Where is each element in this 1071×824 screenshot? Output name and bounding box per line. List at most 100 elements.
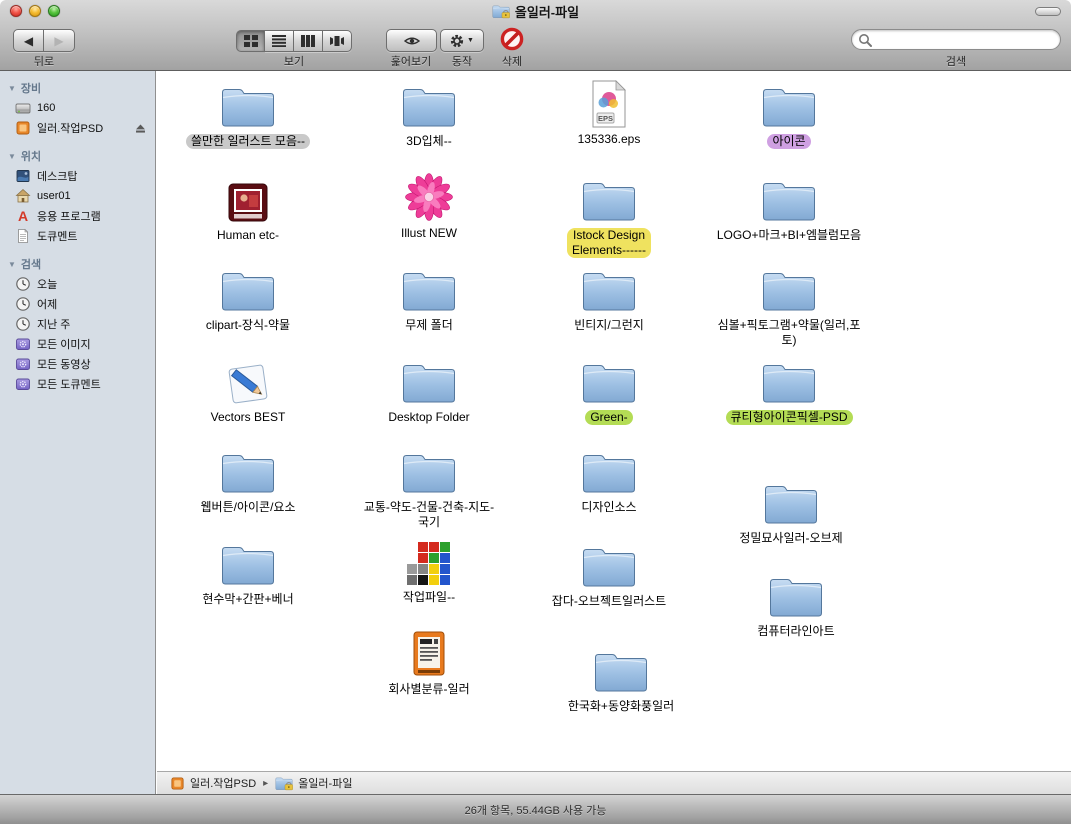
zoom-button[interactable] bbox=[48, 5, 60, 17]
file-item[interactable]: LOGO+마크+BI+엠블럼모음 bbox=[701, 174, 877, 243]
folder-icon bbox=[581, 360, 637, 406]
quicklook-button[interactable] bbox=[386, 29, 437, 52]
sidebar-item-document[interactable]: 도큐멘트 bbox=[0, 226, 155, 246]
disclosure-triangle-icon[interactable]: ▼ bbox=[8, 152, 16, 161]
file-item[interactable]: 잡다-오브젝트일러스트 bbox=[521, 540, 697, 609]
search-field[interactable] bbox=[851, 29, 1061, 50]
action-button[interactable]: ▼ bbox=[440, 29, 484, 52]
file-item[interactable]: 큐티형아이콘픽셀-PSD bbox=[701, 356, 877, 425]
document-icon bbox=[15, 228, 31, 244]
folder-icon bbox=[401, 84, 457, 130]
file-item[interactable]: 빈티지/그런지 bbox=[521, 264, 697, 333]
icon-view-button[interactable] bbox=[236, 30, 265, 52]
disclosure-triangle-icon[interactable]: ▼ bbox=[8, 260, 16, 269]
cartridge-icon bbox=[15, 120, 31, 136]
smart-folder-icon bbox=[15, 376, 31, 392]
folder-icon-box bbox=[401, 446, 457, 496]
file-item-label: Green- bbox=[585, 410, 632, 425]
clock-icon bbox=[15, 276, 31, 292]
folder-icon-box bbox=[581, 446, 637, 496]
list-view-button[interactable] bbox=[265, 30, 294, 52]
file-item[interactable]: 교통-약도-건물-건축-지도- 국기 bbox=[341, 446, 517, 530]
eye-icon bbox=[404, 35, 420, 47]
file-item[interactable]: Green- bbox=[521, 356, 697, 425]
blocks-icon-box bbox=[407, 536, 451, 586]
file-item-label: 큐티형아이콘픽셀-PSD bbox=[726, 410, 853, 425]
sidebar-item-smart-folder[interactable]: 모든 이미지 bbox=[0, 334, 155, 354]
eject-icon bbox=[134, 122, 147, 135]
status-bar: 26개 항목, 55.44GB 사용 가능 bbox=[0, 794, 1071, 824]
delete-button[interactable] bbox=[499, 26, 525, 52]
file-item[interactable]: 3D입체-- bbox=[341, 80, 517, 149]
sidebar-item-cartridge[interactable]: 일러.작업PSD bbox=[0, 118, 155, 138]
desktop-icon bbox=[15, 168, 31, 184]
path-segment[interactable]: 일러.작업PSD bbox=[165, 775, 261, 791]
sidebar-item-applications[interactable]: 응용 프로그램 bbox=[0, 206, 155, 226]
flower-icon bbox=[404, 172, 454, 222]
file-item[interactable]: 작업파일-- bbox=[341, 536, 517, 605]
folder-icon bbox=[581, 544, 637, 590]
file-item[interactable]: Desktop Folder bbox=[341, 356, 517, 425]
folder-icon-box bbox=[401, 264, 457, 314]
file-item-label: 한국화+동양화풍일러 bbox=[563, 699, 679, 714]
eject-button[interactable] bbox=[134, 122, 147, 135]
coverflow-view-icon bbox=[330, 35, 344, 47]
sidebar-item-clock[interactable]: 오늘 bbox=[0, 274, 155, 294]
folder-icon-box bbox=[401, 80, 457, 130]
sidebar-item-label: 모든 동영상 bbox=[37, 356, 91, 372]
path-segment[interactable]: 올일러-파일 bbox=[270, 775, 357, 791]
sidebar-section-header: ▼장비 bbox=[0, 77, 155, 98]
search-input[interactable] bbox=[876, 33, 1052, 47]
cartridge-icon bbox=[170, 776, 185, 791]
back-button[interactable]: ◀ bbox=[13, 29, 44, 52]
file-item[interactable]: 심볼+픽토그램+약물(일러,포 토) bbox=[701, 264, 877, 348]
file-item[interactable]: 무제 폴더 bbox=[341, 264, 517, 333]
minimize-button[interactable] bbox=[29, 5, 41, 17]
sidebar-item-label: 160 bbox=[37, 102, 55, 114]
file-item[interactable]: 아이콘 bbox=[701, 80, 877, 149]
file-item[interactable]: Vectors BEST bbox=[160, 356, 336, 425]
file-item[interactable]: Illust NEW bbox=[341, 172, 517, 241]
column-view-button[interactable] bbox=[294, 30, 323, 52]
file-item[interactable]: 한국화+동양화풍일러 bbox=[533, 645, 709, 714]
folder-icon bbox=[220, 542, 276, 588]
file-item[interactable]: clipart-장식-약물 bbox=[160, 264, 336, 333]
sidebar-section-title: 위치 bbox=[21, 148, 41, 164]
sidebar-item-smart-folder[interactable]: 모든 동영상 bbox=[0, 354, 155, 374]
file-item[interactable]: 회사별분류-일러 bbox=[341, 628, 517, 697]
path-segment-label: 일러.작업PSD bbox=[190, 775, 256, 791]
folder-icon-box bbox=[593, 645, 649, 695]
file-item[interactable]: 컴퓨터라인아트 bbox=[708, 570, 884, 639]
sidebar-item-clock[interactable]: 지난 주 bbox=[0, 314, 155, 334]
file-item[interactable]: Human etc- bbox=[160, 174, 336, 243]
coverflow-view-button[interactable] bbox=[323, 30, 352, 52]
window-title: 올일러-파일 bbox=[70, 3, 1001, 20]
forward-button[interactable]: ▶ bbox=[44, 29, 75, 52]
pencil-icon-box bbox=[224, 356, 272, 406]
file-item[interactable]: 쓸만한 일러스트 모음-- bbox=[160, 80, 336, 149]
folder-icon-box bbox=[761, 356, 817, 406]
folder-icon-box bbox=[401, 356, 457, 406]
file-item[interactable]: 웹버튼/아이콘/요소 bbox=[160, 446, 336, 515]
file-item-label: 컴퓨터라인아트 bbox=[752, 624, 839, 639]
file-item[interactable]: 정밀묘사일러-오브제 bbox=[703, 477, 879, 546]
file-item-label: Vectors BEST bbox=[206, 410, 291, 425]
file-item-label: 디자인소스 bbox=[576, 500, 641, 515]
sidebar-item-label: 모든 이미지 bbox=[37, 336, 91, 352]
file-item[interactable]: Istock Design Elements------ bbox=[521, 174, 697, 258]
vector-pencil-icon bbox=[224, 362, 272, 406]
sidebar-item-hdd[interactable]: 160 bbox=[0, 98, 155, 118]
toolbar-toggle-button[interactable] bbox=[1035, 7, 1061, 16]
sidebar-item-clock[interactable]: 어제 bbox=[0, 294, 155, 314]
close-button[interactable] bbox=[10, 5, 22, 17]
folder-icon-box bbox=[581, 540, 637, 590]
disclosure-triangle-icon[interactable]: ▼ bbox=[8, 84, 16, 93]
file-item[interactable]: 135336.eps bbox=[521, 78, 697, 147]
sidebar-item-smart-folder[interactable]: 모든 도큐멘트 bbox=[0, 374, 155, 394]
sidebar-item-home[interactable]: user01 bbox=[0, 186, 155, 206]
sidebar-item-desktop[interactable]: 데스크탑 bbox=[0, 166, 155, 186]
search-icon bbox=[858, 33, 872, 47]
file-item[interactable]: 디자인소스 bbox=[521, 446, 697, 515]
file-item[interactable]: 현수막+간판+베너 bbox=[160, 538, 336, 607]
folder-icon bbox=[581, 268, 637, 314]
